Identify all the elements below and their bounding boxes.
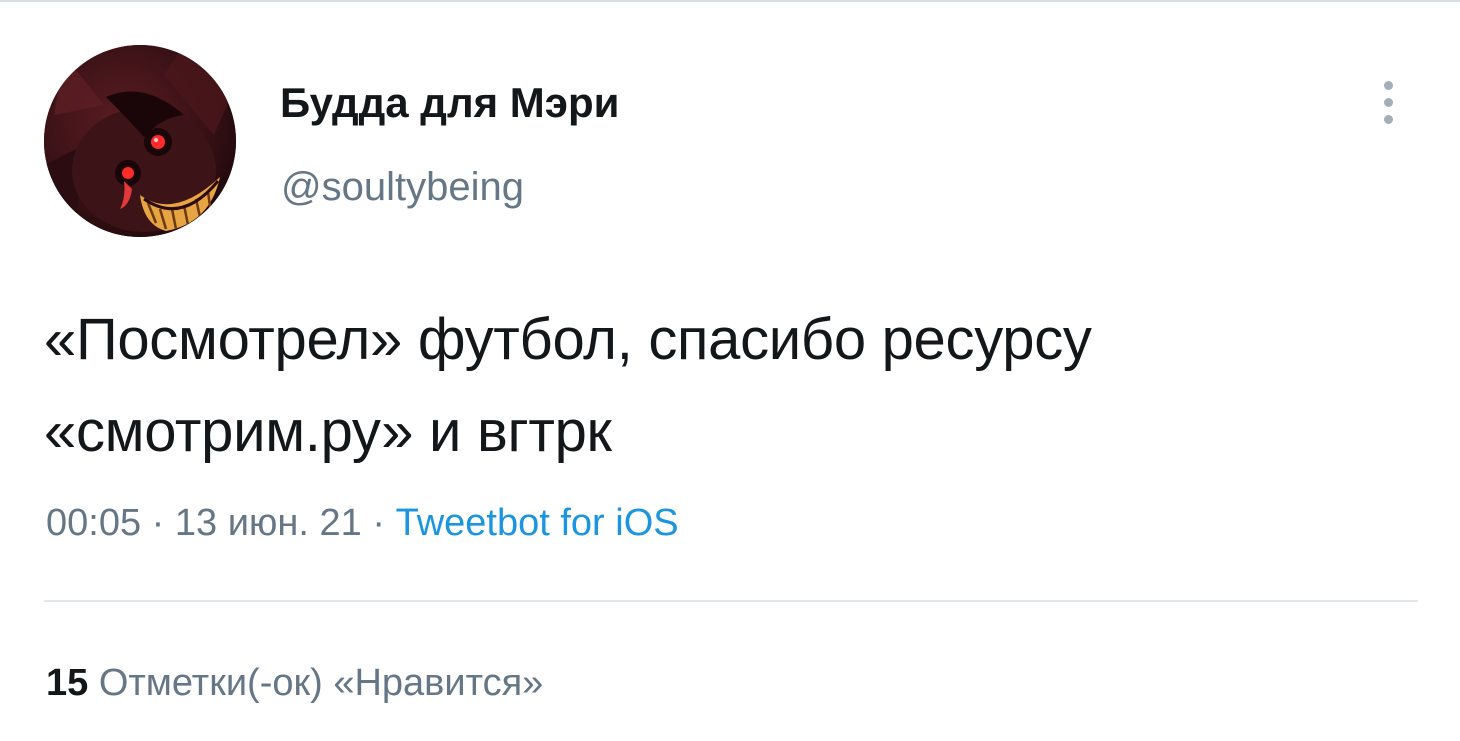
avatar-image (44, 45, 236, 237)
author-handle[interactable]: @soultybeing (281, 163, 524, 211)
tweet-text: «Посмотрел» футбол, спасибо ресурсу «смо… (44, 294, 1424, 478)
tweet-date[interactable]: 13 июн. 21 (175, 502, 362, 544)
tweet-meta: 00:05 · 13 июн. 21 · Tweetbot for iOS (46, 498, 679, 548)
tweet-text-line: «смотрим.ру» и вгтрк (44, 399, 612, 464)
author-display-name[interactable]: Будда для Мэри (280, 78, 619, 128)
more-options-icon[interactable] (1368, 74, 1408, 130)
stats-divider (44, 600, 1418, 602)
more-dot (1383, 80, 1393, 90)
more-dot (1383, 97, 1393, 107)
more-dot (1383, 114, 1393, 124)
tweet-time[interactable]: 00:05 (46, 502, 141, 544)
tweet-text-line: «Посмотрел» футбол, спасибо ресурсу (44, 307, 1092, 372)
tweet-source-link[interactable]: Tweetbot for iOS (396, 502, 679, 544)
avatar[interactable] (44, 45, 236, 237)
top-divider (0, 0, 1460, 2)
meta-separator: · (151, 502, 165, 544)
likes-stat[interactable]: 15 Отметки(-ок) «Нравится» (46, 658, 543, 708)
likes-label: Отметки(-ок) «Нравится» (98, 662, 544, 704)
meta-separator: · (372, 502, 386, 544)
likes-count: 15 (46, 662, 89, 704)
